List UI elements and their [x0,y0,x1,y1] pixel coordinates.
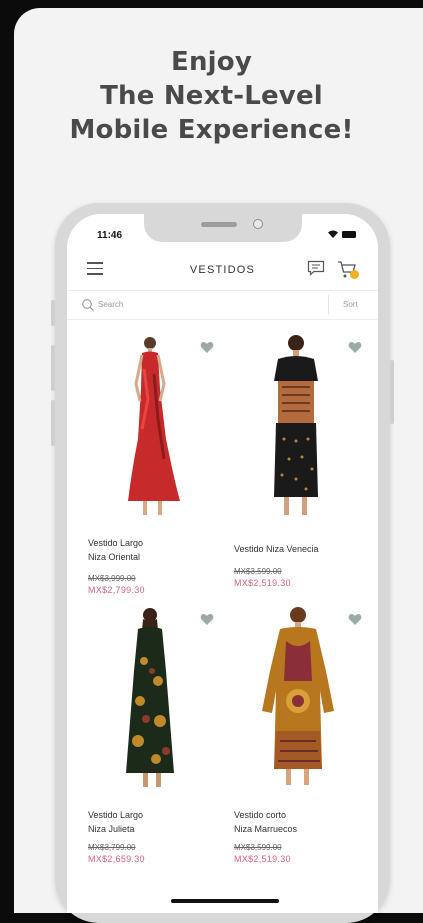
chat-icon[interactable] [307,260,325,276]
product-card[interactable]: Vestido Largo Niza Oriental MX$3,999.00 … [88,329,238,599]
product-name-line-2: Niza Oriental [88,552,141,562]
product-image[interactable] [234,329,378,524]
sort-divider [328,295,329,315]
search-input[interactable]: Search [98,300,123,309]
sale-price: MX$2,519.30 [234,854,291,864]
phone-volume-up [51,345,55,391]
wifi-icon [328,230,338,238]
product-name-line-1: Vestido Niza Venecia [234,544,319,554]
original-price: MX$3,799.00 [88,843,136,852]
sale-price: MX$2,799.30 [88,585,145,595]
phone-power-button [390,360,394,424]
product-name-line-1: Vestido Largo [88,810,144,820]
product-name-line-2: Niza Marruecos [234,824,298,834]
headline-line-1: Enjoy [171,47,252,77]
search-bar: Search Sort [67,290,378,320]
original-price: MX$3,999.00 [88,574,136,583]
phone-mute-switch [51,300,55,326]
product-card[interactable]: Vestido Largo Niza Julieta MX$3,799.00 M… [88,601,238,871]
sort-button[interactable]: Sort [343,300,358,309]
status-time: 11:46 [97,230,123,241]
product-card[interactable]: Vestido corto Niza Marruecos MX$3,599.00… [234,601,378,871]
product-name: Vestido Niza Venecia [234,542,374,556]
product-name: Vestido Largo Niza Julieta [88,808,228,836]
product-name-line-1: Vestido corto [234,810,287,820]
sale-price: MX$2,519.30 [234,578,291,588]
product-image[interactable] [88,601,238,796]
page-title: VESTIDOS [189,264,256,276]
product-name-line-1: Vestido Largo [88,538,144,548]
heart-icon[interactable] [348,613,362,626]
speaker-grille [201,222,237,227]
headline-line-3: Mobile Experience! [69,115,354,145]
product-name: Vestido corto Niza Marruecos [234,808,374,836]
heart-icon[interactable] [348,341,362,354]
product-name-line-2: Niza Julieta [88,824,135,834]
phone-notch [144,214,302,242]
cart-badge [350,270,359,279]
sale-price: MX$2,659.30 [88,854,145,864]
product-image[interactable] [88,329,238,524]
heart-icon[interactable] [200,613,214,626]
product-image[interactable] [234,601,378,796]
home-indicator[interactable] [171,899,279,903]
top-nav-bar: VESTIDOS [67,252,378,290]
front-camera [253,219,263,229]
promo-headline: Enjoy The Next-Level Mobile Experience! [0,45,423,147]
heart-icon[interactable] [200,341,214,354]
original-price: MX$3,599.00 [234,843,282,852]
product-name: Vestido Largo Niza Oriental [88,536,228,564]
battery-icon [342,231,356,238]
product-card[interactable]: Vestido Niza Venecia MX$3,599.00 MX$2,51… [234,329,378,599]
phone-volume-down [51,400,55,446]
search-icon[interactable] [81,298,95,312]
headline-line-2: The Next-Level [100,81,323,111]
original-price: MX$3,599.00 [234,567,282,576]
phone-screen: 11:46 VESTIDOS Search Sort Vestido Largo… [67,214,378,913]
